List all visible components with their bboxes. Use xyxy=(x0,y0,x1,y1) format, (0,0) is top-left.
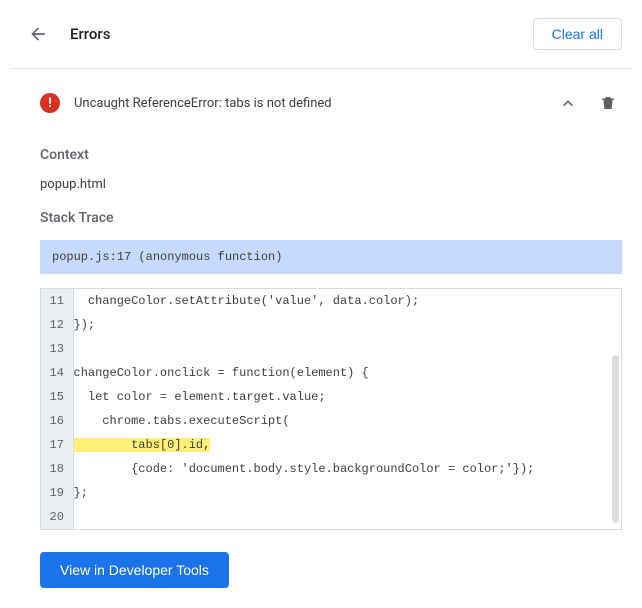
error-message: Uncaught ReferenceError: tabs is not def… xyxy=(74,96,554,111)
code-line: 17 tabs[0].id, xyxy=(41,433,621,457)
code-line: 11 changeColor.setAttribute('value', dat… xyxy=(41,289,621,313)
code-line: 19}; xyxy=(41,481,621,505)
stack-trace-line[interactable]: popup.js:17 (anonymous function) xyxy=(40,240,622,274)
content-area: ! Uncaught ReferenceError: tabs is not d… xyxy=(0,69,642,608)
code-text: }; xyxy=(73,481,621,505)
code-text: let color = element.target.value; xyxy=(73,385,621,409)
code-text: }); xyxy=(73,313,621,337)
back-arrow-icon[interactable] xyxy=(28,24,48,44)
line-number: 18 xyxy=(41,457,73,481)
code-text xyxy=(73,337,621,361)
code-text: tabs[0].id, xyxy=(73,433,621,457)
code-text xyxy=(73,505,621,529)
line-number: 17 xyxy=(41,433,73,457)
code-line: 12}); xyxy=(41,313,621,337)
code-text: {code: 'document.body.style.backgroundCo… xyxy=(73,457,621,481)
context-label: Context xyxy=(40,147,622,163)
line-number: 15 xyxy=(41,385,73,409)
line-number: 19 xyxy=(41,481,73,505)
line-number: 12 xyxy=(41,313,73,337)
code-line: 14changeColor.onclick = function(element… xyxy=(41,361,621,385)
code-table: 11 changeColor.setAttribute('value', dat… xyxy=(41,289,621,529)
page-title: Errors xyxy=(70,25,533,43)
code-snippet: 11 changeColor.setAttribute('value', dat… xyxy=(40,288,622,530)
error-row: ! Uncaught ReferenceError: tabs is not d… xyxy=(40,69,622,135)
error-icon: ! xyxy=(40,93,60,113)
trash-icon[interactable] xyxy=(594,89,622,117)
code-line: 18 {code: 'document.body.style.backgroun… xyxy=(41,457,621,481)
code-text: changeColor.onclick = function(element) … xyxy=(73,361,621,385)
code-line: 20 xyxy=(41,505,621,529)
context-value: popup.html xyxy=(40,177,622,192)
view-dev-tools-button[interactable]: View in Developer Tools xyxy=(40,552,229,588)
code-line: 16 chrome.tabs.executeScript( xyxy=(41,409,621,433)
chevron-up-icon[interactable] xyxy=(554,89,582,117)
highlighted-code: tabs[0].id, xyxy=(74,438,211,452)
stack-trace-label: Stack Trace xyxy=(40,210,622,226)
line-number: 20 xyxy=(41,505,73,529)
code-line: 13 xyxy=(41,337,621,361)
line-number: 11 xyxy=(41,289,73,313)
line-number: 14 xyxy=(41,361,73,385)
header-bar: Errors Clear all xyxy=(0,0,642,68)
line-number: 13 xyxy=(41,337,73,361)
scrollbar-thumb[interactable] xyxy=(612,355,619,523)
code-text: changeColor.setAttribute('value', data.c… xyxy=(73,289,621,313)
line-number: 16 xyxy=(41,409,73,433)
code-line: 15 let color = element.target.value; xyxy=(41,385,621,409)
clear-all-button[interactable]: Clear all xyxy=(533,18,622,50)
code-text: chrome.tabs.executeScript( xyxy=(73,409,621,433)
